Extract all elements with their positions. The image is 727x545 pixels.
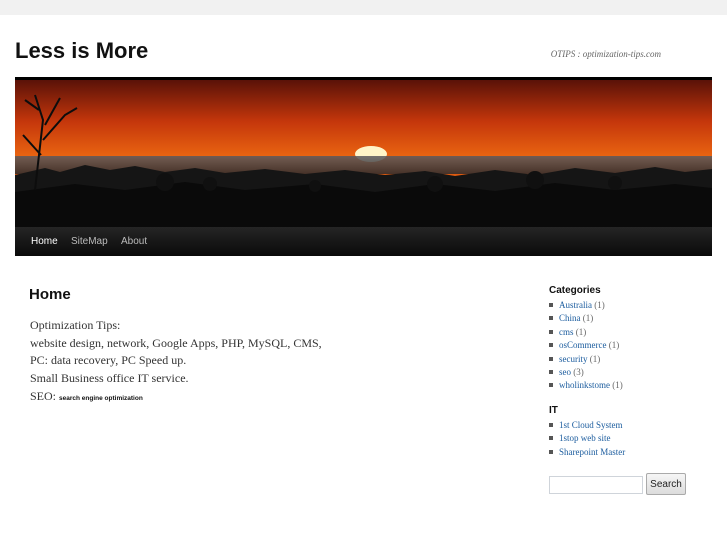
category-link[interactable]: Australia: [559, 300, 592, 310]
it-link[interactable]: Sharepoint Master: [559, 447, 625, 457]
categories-widget-title: Categories: [549, 285, 601, 296]
nav-item-home[interactable]: Home: [31, 236, 58, 247]
category-count: (3): [573, 367, 584, 378]
site-description: OTIPS : optimization-tips.com: [550, 49, 661, 59]
page: Less is More OTIPS : optimization-tips.c…: [0, 15, 727, 545]
category-count: (1): [608, 340, 620, 351]
bullet-icon: [549, 423, 553, 427]
it-widget-title: IT: [549, 405, 558, 416]
bullet-icon: [549, 449, 553, 454]
list-item: security (1): [549, 353, 623, 366]
category-count: (1): [582, 313, 594, 324]
list-item: Sharepoint Master: [549, 446, 625, 459]
list-item: 1stop web site: [549, 432, 625, 445]
list-item: 1st Cloud System: [549, 419, 625, 432]
content-line: Small Business office IT service.: [30, 371, 189, 386]
it-links-list: 1st Cloud System 1stop web site Sharepoi…: [549, 419, 625, 459]
seo-prefix: SEO:: [30, 388, 57, 403]
category-count: (1): [589, 353, 601, 364]
bullet-icon: [549, 343, 553, 348]
category-link[interactable]: osCommerce: [559, 340, 607, 350]
list-item: wholinkstome (1): [549, 379, 623, 392]
list-item: China (1): [549, 312, 623, 325]
search-input[interactable]: [549, 476, 643, 494]
content-line: website design, network, Google Apps, PH…: [30, 335, 322, 350]
nav-item-about[interactable]: About: [121, 236, 147, 247]
search-button[interactable]: Search: [646, 473, 686, 495]
list-item: Australia (1): [549, 299, 623, 312]
content-line: Optimization Tips:: [30, 318, 121, 332]
category-count: (1): [575, 326, 587, 337]
seo-link[interactable]: search engine optimization: [59, 395, 143, 402]
bullet-icon: [549, 370, 553, 375]
content-line: PC: data recovery, PC Speed up.: [30, 353, 187, 368]
bullet-icon: [549, 329, 553, 334]
category-link[interactable]: seo: [559, 367, 571, 377]
bullet-icon: [549, 316, 553, 321]
bullet-icon: [549, 383, 553, 388]
bullet-icon: [549, 303, 553, 307]
it-link[interactable]: 1stop web site: [559, 433, 611, 443]
list-item: osCommerce (1): [549, 339, 623, 352]
category-count: (1): [594, 300, 605, 310]
category-link[interactable]: cms: [559, 327, 574, 337]
category-count: (1): [612, 380, 623, 391]
header-banner-image: [15, 80, 712, 227]
bullet-icon: [549, 356, 553, 361]
category-link[interactable]: security: [559, 354, 588, 364]
page-content: Optimization Tips: website design, netwo…: [30, 317, 360, 408]
category-link[interactable]: China: [559, 313, 581, 323]
it-link[interactable]: 1st Cloud System: [559, 420, 623, 430]
list-item: cms (1): [549, 326, 623, 339]
bullet-icon: [549, 436, 553, 441]
list-item: seo (3): [549, 366, 623, 379]
categories-list: Australia (1) China (1) cms (1) osCommer…: [549, 299, 623, 393]
nav-item-sitemap[interactable]: SiteMap: [71, 236, 108, 247]
seo-line: SEO: search engine optimization: [30, 388, 360, 408]
site-title[interactable]: Less is More: [15, 38, 148, 64]
category-link[interactable]: wholinkstome: [559, 380, 610, 390]
page-title: Home: [29, 286, 71, 303]
main-navigation: Home SiteMap About: [15, 227, 712, 256]
